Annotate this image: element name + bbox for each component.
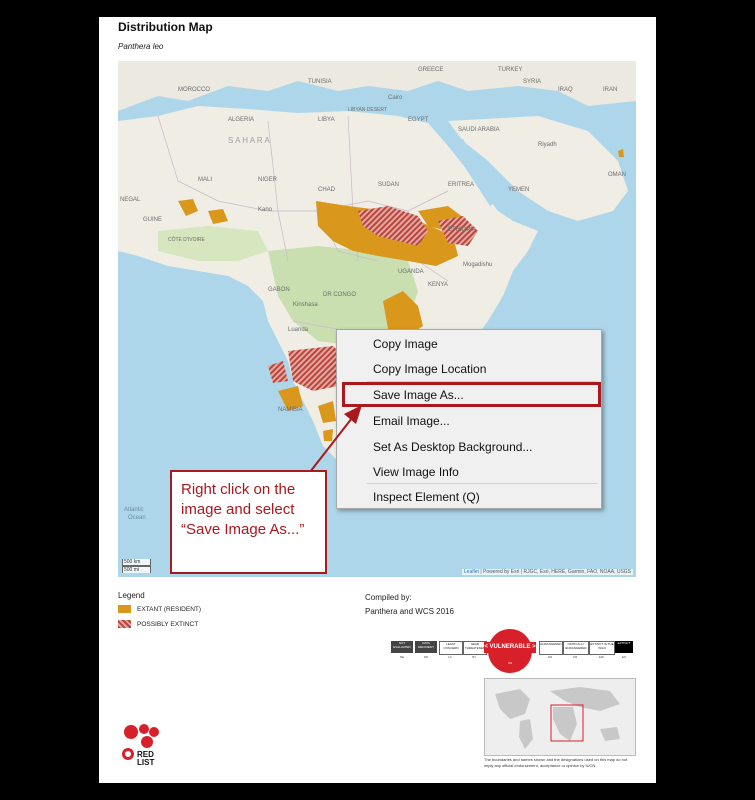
map-label-atlantic: Atlantic <box>124 507 144 513</box>
map-label-yemen: YEMEN <box>508 187 529 193</box>
map-label-libya: LIBYA <box>318 117 335 123</box>
world-map-graphic <box>485 679 635 755</box>
map-label-gabon: GABON <box>268 287 290 293</box>
category-lc: LEAST CONCERN <box>439 641 463 655</box>
map-label-saudi: SAUDI ARABIA <box>458 127 500 133</box>
extinct-swatch <box>118 620 131 628</box>
species-name: Panthera leo <box>118 42 164 51</box>
map-label-luanda: Luanda <box>288 327 309 333</box>
map-label-chad: CHAD <box>318 187 336 193</box>
category-ne: NOT EVALUATED <box>391 641 413 653</box>
map-label-libyan-desert: LIBYAN DESERT <box>348 107 387 113</box>
menu-item-set-desktop-background[interactable]: Set As Desktop Background... <box>373 436 532 458</box>
menu-separator <box>367 483 597 484</box>
map-label-uganda: UGANDA <box>398 269 424 275</box>
map-label-kano: Kano <box>258 207 273 213</box>
map-label-algeria: ALGERIA <box>228 117 254 123</box>
menu-item-copy-image[interactable]: Copy Image <box>373 333 438 355</box>
compiled-by: Compiled by: Panthera and WCS 2016 <box>365 593 454 616</box>
category-en: ENDANGERED <box>539 641 563 655</box>
context-menu: Copy Image Copy Image Location Save Imag… <box>336 329 602 509</box>
map-label-oman: OMAN <box>608 172 626 178</box>
map-label-morocco: MOROCCO <box>178 87 210 93</box>
map-label-greece: GREECE <box>418 67 443 73</box>
map-label-namibia: NAMIBIA <box>278 407 303 413</box>
instruction-callout: Right click on the image and select “Sav… <box>170 470 327 574</box>
map-label-mali: MALI <box>198 177 212 183</box>
vulnerable-badge: < VULNERABLE > <box>484 642 536 653</box>
category-ex: EXTINCT <box>615 641 633 653</box>
map-label-drcongo: DR CONGO <box>323 292 356 298</box>
inset-disclaimer: The boundaries and names shown and the d… <box>484 757 628 768</box>
map-label-turkey: TURKEY <box>498 67 522 73</box>
extant-swatch <box>118 605 131 613</box>
menu-item-copy-image-location[interactable]: Copy Image Location <box>373 358 486 380</box>
map-label-egypt: EGYPT <box>408 117 429 123</box>
map-label-ethiopia: ETHIOPIA <box>448 227 476 233</box>
map-label-ocean: Ocean <box>128 515 146 521</box>
map-label-sudan: SUDAN <box>378 182 399 188</box>
map-label-kinshasa: Kinshasa <box>293 302 318 308</box>
map-attribution: Leaflet | Powered by Esri | RJGC, Esri, … <box>461 569 633 575</box>
map-label-kenya: KENYA <box>428 282 448 288</box>
page-title: Distribution Map <box>118 20 213 34</box>
map-label-senegal: NEGAL <box>120 197 141 203</box>
map-label-syria: SYRIA <box>523 79 541 85</box>
category-dd: DATA DEFICIENT <box>415 641 437 653</box>
map-label-riyadh: Riyadh <box>538 142 557 148</box>
map-label-guinea: GUINE <box>143 217 162 223</box>
map-label-iran: IRAN <box>603 87 617 93</box>
category-ew: EXTINCT IN THE WILD <box>589 641 615 655</box>
map-label-tunisia: TUNISIA <box>308 79 332 85</box>
map-label-cairo: Cairo <box>388 95 403 101</box>
category-cr: CRITICALLY ENDANGERED <box>563 641 589 655</box>
leaflet-link[interactable]: Leaflet <box>464 569 479 575</box>
iucn-red-list-logo: RED LIST <box>119 722 169 772</box>
map-label-niger: NIGER <box>258 177 278 183</box>
scale-bar: 500 km 500 mi <box>122 559 151 573</box>
map-label-mogadishu: Mogadishu <box>463 262 492 268</box>
map-label-cote: CÔTE D'IVOIRE <box>168 236 205 243</box>
menu-item-email-image[interactable]: Email Image... <box>373 410 450 432</box>
red-list-logo-text: RED LIST <box>137 750 155 767</box>
legend-item-extinct: POSSIBLY EXTINCT <box>118 620 198 628</box>
locator-inset-map <box>484 678 636 756</box>
menu-item-view-image-info[interactable]: View Image Info <box>373 461 459 483</box>
red-list-category-scale: NOT EVALUATED DATA DEFICIENT LEAST CONCE… <box>391 627 635 673</box>
highlight-box-save-image-as <box>342 382 601 407</box>
instruction-text: Right click on the image and select “Sav… <box>181 481 305 538</box>
map-label-iraq: IRAQ <box>558 87 573 93</box>
menu-item-inspect-element[interactable]: Inspect Element (Q) <box>373 486 480 508</box>
legend-title: Legend <box>118 591 145 600</box>
map-label-sahara: S A H A R A <box>228 136 270 145</box>
map-label-eritrea: ERITREA <box>448 182 474 188</box>
legend-item-extant: EXTANT (RESIDENT) <box>118 605 201 613</box>
